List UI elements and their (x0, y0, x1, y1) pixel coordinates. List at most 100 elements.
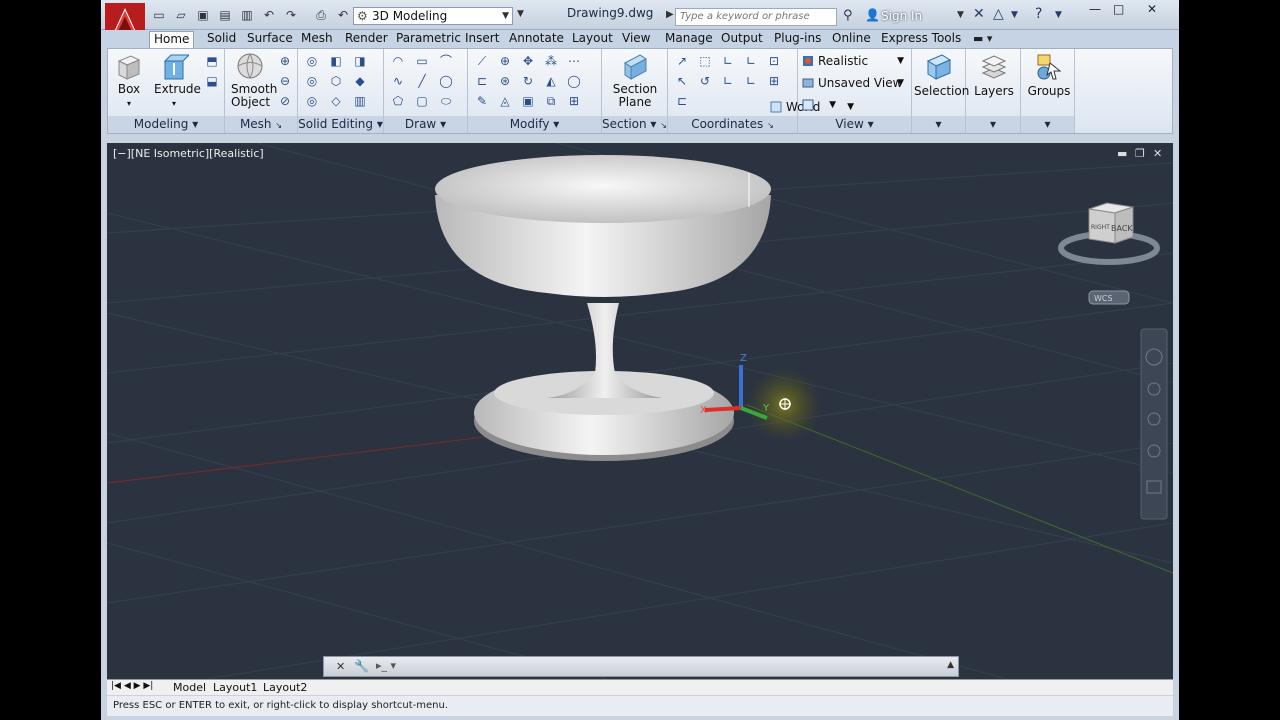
tab-surface[interactable]: Surface (243, 31, 297, 48)
array-icon[interactable]: ⊞ (566, 93, 582, 109)
ucs-world-icon[interactable]: ⬚ (697, 53, 713, 69)
3d-align-icon[interactable]: ◬ (497, 93, 513, 109)
ucs-y-icon[interactable]: ∟ (720, 73, 736, 89)
separate-icon[interactable]: ▥ (352, 93, 368, 109)
slice-icon[interactable]: ⬡ (328, 73, 344, 89)
tab-view[interactable]: View (618, 31, 654, 48)
polysolid-icon[interactable]: ⬓ (204, 73, 220, 89)
panel-layers-dropdown[interactable]: ▾ (966, 116, 1020, 133)
panel-modeling-title[interactable]: Modeling ▾ (108, 116, 224, 133)
layers-button[interactable]: Layers (970, 51, 1018, 98)
3d-move-icon[interactable]: ⊕ (497, 53, 513, 69)
mesh-refine-icon[interactable]: ⊘ (277, 93, 293, 109)
tab-layout[interactable]: Layout (568, 31, 617, 48)
mirror-icon[interactable]: ◭ (543, 73, 559, 89)
copy-icon[interactable]: ⧉ (543, 93, 559, 109)
save-icon[interactable]: ▣ (195, 8, 211, 22)
interfere-icon[interactable]: ◎ (304, 73, 320, 89)
ucs-origin-icon[interactable]: ↖ (674, 73, 690, 89)
polygon-icon[interactable]: ⬠ (390, 93, 406, 109)
selection-button[interactable]: Selection (914, 51, 969, 98)
tab-express-tools[interactable]: Express Tools (877, 31, 965, 48)
tab-manage[interactable]: Manage (661, 31, 717, 48)
help-icon[interactable]: ? (1035, 6, 1042, 22)
rect2-icon[interactable]: ▢ (414, 93, 430, 109)
ucs-z-icon[interactable]: ⊡ (766, 53, 782, 69)
extract-edges-icon[interactable]: ◇ (328, 93, 344, 109)
qat-dropdown-icon[interactable]: ▼ (517, 9, 524, 19)
maximize-icon[interactable]: □ (1113, 2, 1124, 16)
first-layout-icon[interactable]: |◀ ◀ ▶ ▶| (111, 681, 153, 691)
sign-in-link[interactable]: Sign In (881, 9, 922, 23)
tab-layout1[interactable]: Layout1 (213, 681, 257, 694)
union-icon[interactable]: ◎ (304, 53, 320, 69)
rotate-icon[interactable]: ↻ (520, 73, 536, 89)
panel-draw-title[interactable]: Draw ▾ (384, 116, 467, 133)
panel-modify-title[interactable]: Modify ▾ (468, 116, 601, 133)
intersect-icon[interactable]: ◨ (352, 53, 368, 69)
command-customize-icon[interactable]: 🔧 (354, 659, 369, 673)
arc-icon[interactable]: ◠ (390, 53, 406, 69)
binoculars-icon[interactable]: ⚲ (843, 8, 853, 23)
viewport-controls-label[interactable]: [−][NE Isometric][Realistic] (113, 147, 264, 160)
mesh-minus-icon[interactable]: ⊖ (277, 73, 293, 89)
box-button[interactable]: Box ▾ (114, 51, 144, 110)
undo2-icon[interactable]: ↶ (335, 8, 351, 22)
exchange-icon[interactable]: ✕ (973, 6, 985, 22)
new-icon[interactable]: ▭ (151, 8, 167, 22)
model-viewport[interactable]: Z Y X BACK RIGHT WCS [−][NE Isometric][R… (107, 143, 1173, 679)
move-icon[interactable]: ✥ (520, 53, 536, 69)
groups-button[interactable]: Groups (1025, 51, 1073, 98)
search-input[interactable]: Type a keyword or phrase (675, 8, 837, 26)
communication-center-icon[interactable]: △ (993, 6, 1004, 22)
tab-solid[interactable]: Solid (203, 31, 240, 48)
tab-output[interactable]: Output (717, 31, 767, 48)
smooth-object-button[interactable]: Smooth Object (231, 51, 277, 109)
scale-icon[interactable]: ▣ (520, 93, 536, 109)
extrude-button[interactable]: Extrude ▾ (154, 51, 201, 110)
redo-icon[interactable]: ↷ (283, 8, 299, 22)
panel-selection-dropdown[interactable]: ▾ (912, 116, 965, 133)
save-as-icon[interactable]: ▤ (217, 8, 233, 22)
viewport-minimize-icon[interactable]: ▬ (1117, 147, 1127, 160)
rectangle-icon[interactable]: ▭ (414, 53, 430, 69)
tab-online[interactable]: Online (828, 31, 875, 48)
named-view-dropdown[interactable]: Unsaved View ▼ (800, 74, 908, 92)
circle-icon[interactable]: ◯ (438, 73, 454, 89)
help-dropdown-icon[interactable]: ▼ (1055, 10, 1062, 20)
visual-style-dropdown[interactable]: Realistic ▼ (800, 52, 908, 70)
open-icon[interactable]: ▱ (173, 8, 189, 22)
ribbon-minimize-icon[interactable]: ▬ ▾ (973, 32, 992, 45)
close-icon[interactable]: ✕ (1147, 2, 1157, 16)
tab-insert[interactable]: Insert (461, 31, 503, 48)
panel-view-title[interactable]: View ▾ (798, 116, 911, 133)
panel-mesh-title[interactable]: Mesh ↘ (225, 116, 297, 133)
extend-icon[interactable]: ◯ (566, 73, 582, 89)
ucs-icon[interactable]: ↗ (674, 53, 690, 69)
tab-annotate[interactable]: Annotate (505, 31, 568, 48)
subtract-icon[interactable]: ◧ (328, 53, 344, 69)
workspace-dropdown[interactable]: ⚙ 3D Modeling ▼ (353, 7, 513, 25)
minimize-icon[interactable]: — (1089, 2, 1101, 16)
ucs-3point-icon[interactable]: ∟ (743, 53, 759, 69)
spline-icon[interactable]: ∿ (390, 73, 406, 89)
tab-render[interactable]: Render (341, 31, 392, 48)
section-plane-button[interactable]: Section Plane (610, 51, 660, 109)
viewports-dropdown[interactable]: ▼ (800, 96, 840, 114)
panel-solid-editing-title[interactable]: Solid Editing ▾ (298, 116, 383, 133)
3d-array-icon[interactable]: ⁂ (543, 53, 559, 69)
ucs-previous-icon[interactable]: ↺ (697, 73, 713, 89)
tab-mesh[interactable]: Mesh (297, 31, 337, 48)
polyline-icon[interactable]: ⌒ (438, 53, 454, 69)
panel-section-title[interactable]: Section ▾ ↘ (602, 116, 667, 133)
ellipse-icon[interactable]: ⬭ (438, 93, 454, 109)
search-expand-icon[interactable]: ▶ (666, 9, 674, 20)
viewport-restore-icon[interactable]: ❐ (1135, 147, 1145, 160)
panel-groups-dropdown[interactable]: ▾ (1021, 116, 1074, 133)
thicken-icon[interactable]: ◆ (352, 73, 368, 89)
erase-icon[interactable]: ✎ (474, 93, 490, 109)
ucs-named-icon[interactable]: ⊏ (674, 93, 690, 109)
ucs-view-icon[interactable]: ∟ (743, 73, 759, 89)
undo-icon[interactable]: ↶ (261, 8, 277, 22)
imprint-icon[interactable]: ◎ (304, 93, 320, 109)
